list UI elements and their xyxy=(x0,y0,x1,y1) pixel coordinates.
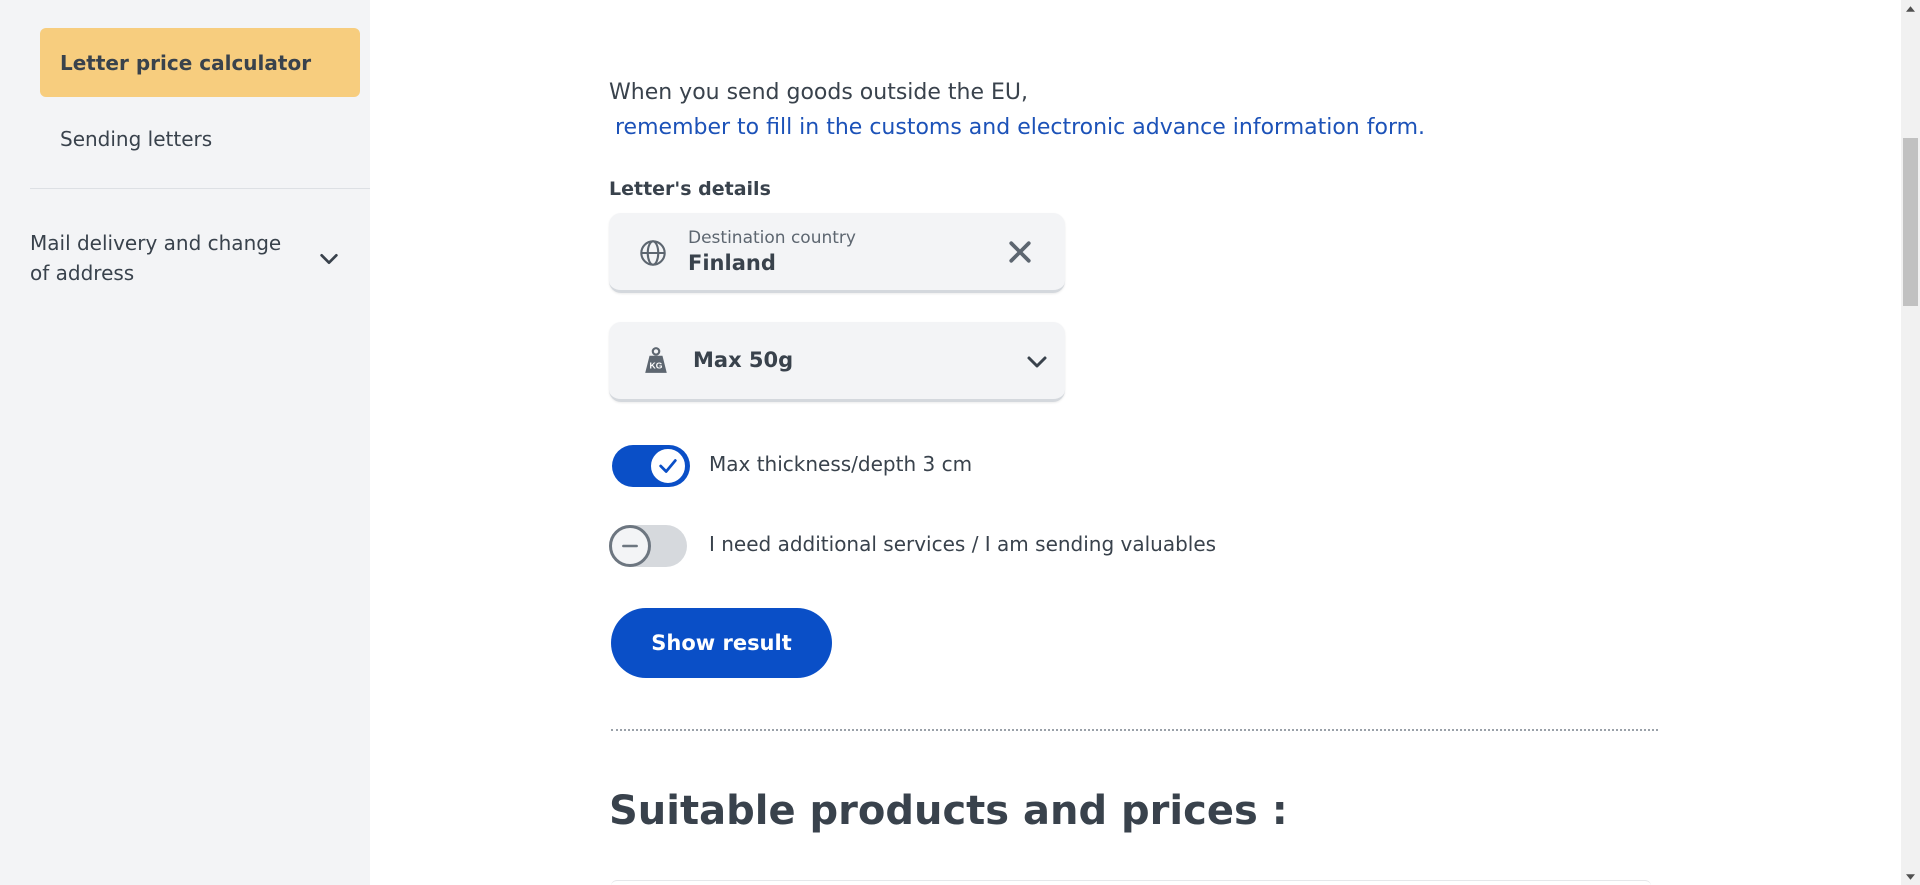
destination-country-field[interactable]: Destination country Finland xyxy=(609,213,1065,293)
weight-kg-icon: KG xyxy=(645,347,667,373)
weight-value: Max 50g xyxy=(693,348,794,372)
show-result-button[interactable]: Show result xyxy=(611,608,832,678)
toggle-knob xyxy=(609,525,651,567)
thickness-toggle-label: Max thickness/depth 3 cm xyxy=(709,452,973,476)
result-card xyxy=(611,880,1651,885)
scroll-down-arrow-icon[interactable] xyxy=(1901,868,1920,885)
sidebar: Letter price calculator Sending letters … xyxy=(0,0,370,885)
sidebar-item-label: Sending letters xyxy=(60,127,213,151)
letter-details-label: Letter's details xyxy=(609,178,771,200)
clear-country-button[interactable] xyxy=(1005,237,1035,267)
sidebar-group-mail-delivery[interactable]: Mail delivery and change of address xyxy=(30,228,340,288)
additional-services-toggle[interactable] xyxy=(609,525,687,567)
results-heading: Suitable products and prices : xyxy=(609,788,1288,834)
chevron-down-icon xyxy=(1027,356,1047,368)
additional-services-toggle-label: I need additional services / I am sendin… xyxy=(709,532,1217,556)
svg-text:KG: KG xyxy=(650,361,663,371)
sidebar-item-letter-price-calculator[interactable]: Letter price calculator xyxy=(40,28,360,97)
customs-notice-text: When you send goods outside the EU, xyxy=(609,80,1028,105)
globe-icon xyxy=(640,240,666,266)
weight-select[interactable]: KG Max 50g xyxy=(609,322,1065,402)
destination-country-label: Destination country xyxy=(688,228,856,248)
minus-icon xyxy=(622,544,638,548)
scroll-up-arrow-icon[interactable] xyxy=(1901,0,1920,17)
thickness-toggle[interactable] xyxy=(612,445,690,487)
scrollbar[interactable] xyxy=(1901,0,1920,885)
destination-country-value: Finland xyxy=(688,251,776,275)
section-divider xyxy=(611,729,1658,731)
sidebar-item-sending-letters[interactable]: Sending letters xyxy=(60,127,212,151)
chevron-down-icon xyxy=(320,253,338,265)
customs-form-link[interactable]: remember to fill in the customs and elec… xyxy=(609,115,1425,140)
sidebar-group-label: Mail delivery and change of address xyxy=(30,231,282,285)
sidebar-item-label: Letter price calculator xyxy=(60,50,312,75)
toggle-knob xyxy=(649,447,687,485)
sidebar-divider xyxy=(30,188,370,189)
check-icon xyxy=(659,459,677,473)
scrollbar-thumb[interactable] xyxy=(1903,138,1918,306)
